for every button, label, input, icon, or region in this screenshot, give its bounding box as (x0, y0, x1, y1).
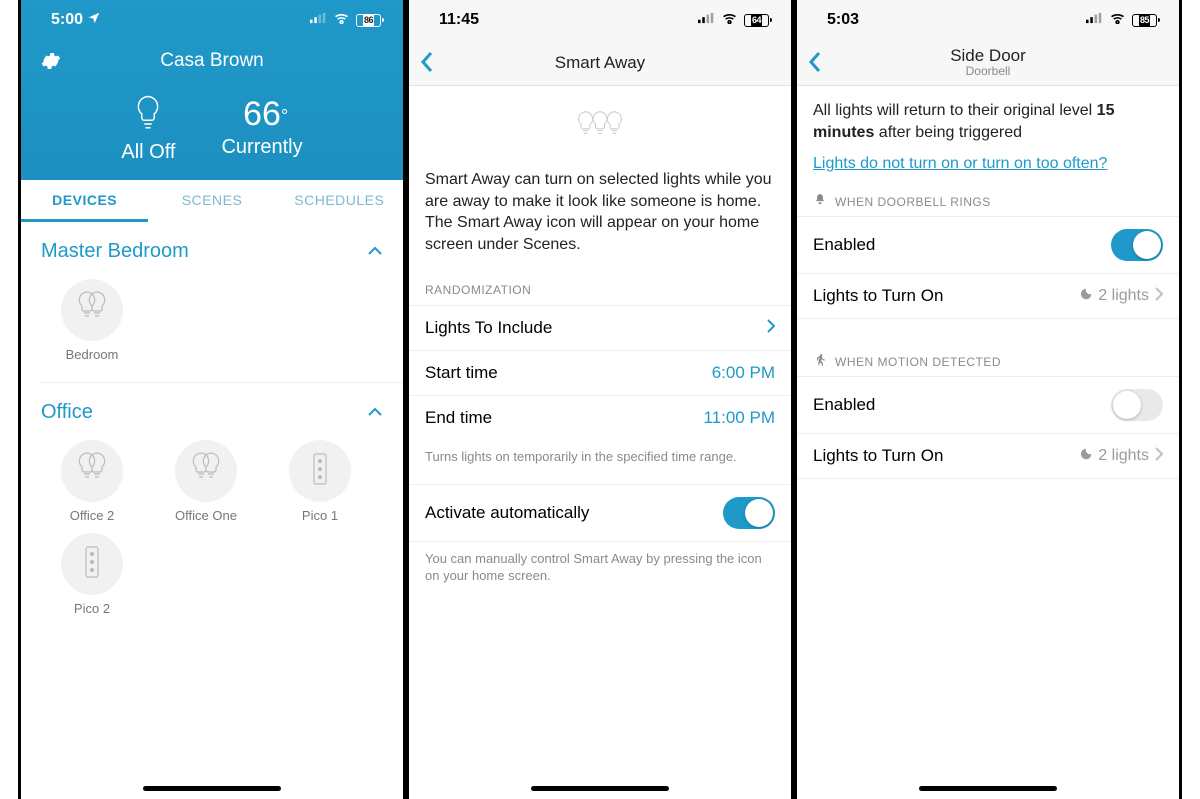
chevron-right-icon (767, 318, 775, 338)
home-indicator[interactable] (143, 786, 281, 791)
tabs: DEVICES SCENES SCHEDULES (21, 180, 403, 222)
row-lights-include[interactable]: Lights To Include (409, 305, 791, 350)
smart-away-description: Smart Away can turn on selected lights w… (409, 155, 791, 261)
remote-icon (76, 543, 108, 586)
device-pico-2[interactable]: Pico 2 (49, 533, 135, 616)
nav-subtitle: Doorbell (966, 65, 1011, 79)
row-start-time[interactable]: Start time 6:00 PM (409, 350, 791, 395)
battery-icon: 64 (744, 14, 769, 27)
room-header-office[interactable]: Office (21, 383, 403, 430)
status-indicators: 86 (310, 11, 381, 29)
back-button[interactable] (807, 50, 823, 79)
nav-title: Smart Away (555, 53, 645, 73)
nav-bar: Smart Away (409, 40, 791, 86)
header: 5:00 86 Casa Brown All Off 66° Currently (21, 0, 403, 180)
status-bar: 5:00 86 (21, 0, 403, 40)
moon-icon (1078, 447, 1092, 466)
home-indicator[interactable] (919, 786, 1057, 791)
row-motion-lights[interactable]: Lights to Turn On 2 lights (797, 433, 1179, 479)
temperature[interactable]: 66° Currently (221, 94, 302, 164)
status-time: 5:03 (827, 11, 859, 29)
location-arrow-icon (87, 11, 101, 30)
summary-row: All Off 66° Currently (21, 94, 403, 164)
status-time: 11:45 (439, 11, 479, 29)
nav-title: Side Door (950, 46, 1026, 66)
top-explanation: All lights will return to their original… (797, 86, 1179, 149)
activate-footer: You can manually control Smart Away by p… (409, 542, 791, 585)
screen-side-door: 5:03 85 Side Door Doorbell All lights wi… (794, 0, 1182, 799)
chevron-right-icon (1155, 447, 1163, 466)
back-button[interactable] (419, 50, 435, 79)
lights-icon (76, 450, 108, 493)
row-activate-auto[interactable]: Activate automatically (409, 484, 791, 542)
screen-home: 5:00 86 Casa Brown All Off 66° Currently (18, 0, 406, 799)
signal-icon (698, 11, 715, 29)
battery-icon: 86 (356, 14, 381, 27)
section-footer: Turns lights on temporarily in the speci… (409, 440, 791, 466)
room-header-master-bedroom[interactable]: Master Bedroom (21, 222, 403, 269)
home-indicator[interactable] (531, 786, 669, 791)
nav-bar: Side Door Doorbell (797, 40, 1179, 86)
tab-schedules[interactable]: SCHEDULES (276, 180, 403, 222)
remote-icon (304, 450, 336, 493)
status-bar: 11:45 64 (409, 0, 791, 40)
wifi-icon (721, 11, 738, 29)
section-header-motion: WHEN MOTION DETECTED (797, 319, 1017, 376)
all-off-button[interactable]: All Off (121, 94, 175, 164)
lights-icon (76, 289, 108, 332)
chevron-up-icon (367, 404, 383, 422)
activate-toggle[interactable] (723, 497, 775, 529)
signal-icon (1086, 11, 1103, 29)
home-name[interactable]: Casa Brown (160, 50, 264, 72)
motion-icon (813, 353, 827, 370)
signal-icon (310, 11, 327, 29)
motion-enabled-toggle[interactable] (1111, 389, 1163, 421)
row-end-time[interactable]: End time 11:00 PM (409, 395, 791, 440)
chevron-right-icon (1155, 287, 1163, 306)
doorbell-enabled-toggle[interactable] (1111, 229, 1163, 261)
status-indicators: 85 (1086, 11, 1157, 29)
bell-icon (813, 193, 827, 210)
row-doorbell-lights[interactable]: Lights to Turn On 2 lights (797, 273, 1179, 319)
smart-away-icon (409, 86, 791, 155)
chevron-up-icon (367, 243, 383, 261)
status-time: 5:00 (51, 11, 101, 30)
tab-scenes[interactable]: SCENES (148, 180, 275, 222)
moon-icon (1078, 287, 1092, 306)
settings-gear-icon[interactable] (39, 50, 61, 77)
row-doorbell-enabled[interactable]: Enabled (797, 216, 1179, 273)
device-bedroom[interactable]: Bedroom (49, 279, 135, 362)
device-office-one[interactable]: Office One (163, 440, 249, 523)
lights-icon (190, 450, 222, 493)
bulb-icon (133, 121, 163, 138)
section-header-randomization: RANDOMIZATION (409, 261, 791, 305)
section-header-doorbell: WHEN DOORBELL RINGS (797, 173, 1007, 216)
status-indicators: 64 (698, 11, 769, 29)
device-office-2[interactable]: Office 2 (49, 440, 135, 523)
battery-icon: 85 (1132, 14, 1157, 27)
faq-link[interactable]: Lights do not turn on or turn on too oft… (797, 149, 1123, 173)
device-pico-1[interactable]: Pico 1 (277, 440, 363, 523)
status-bar: 5:03 85 (797, 0, 1179, 40)
tab-devices[interactable]: DEVICES (21, 180, 148, 222)
screen-smart-away: 11:45 64 Smart Away Smart Away can turn … (406, 0, 794, 799)
wifi-icon (333, 11, 350, 29)
wifi-icon (1109, 11, 1126, 29)
row-motion-enabled[interactable]: Enabled (797, 376, 1179, 433)
